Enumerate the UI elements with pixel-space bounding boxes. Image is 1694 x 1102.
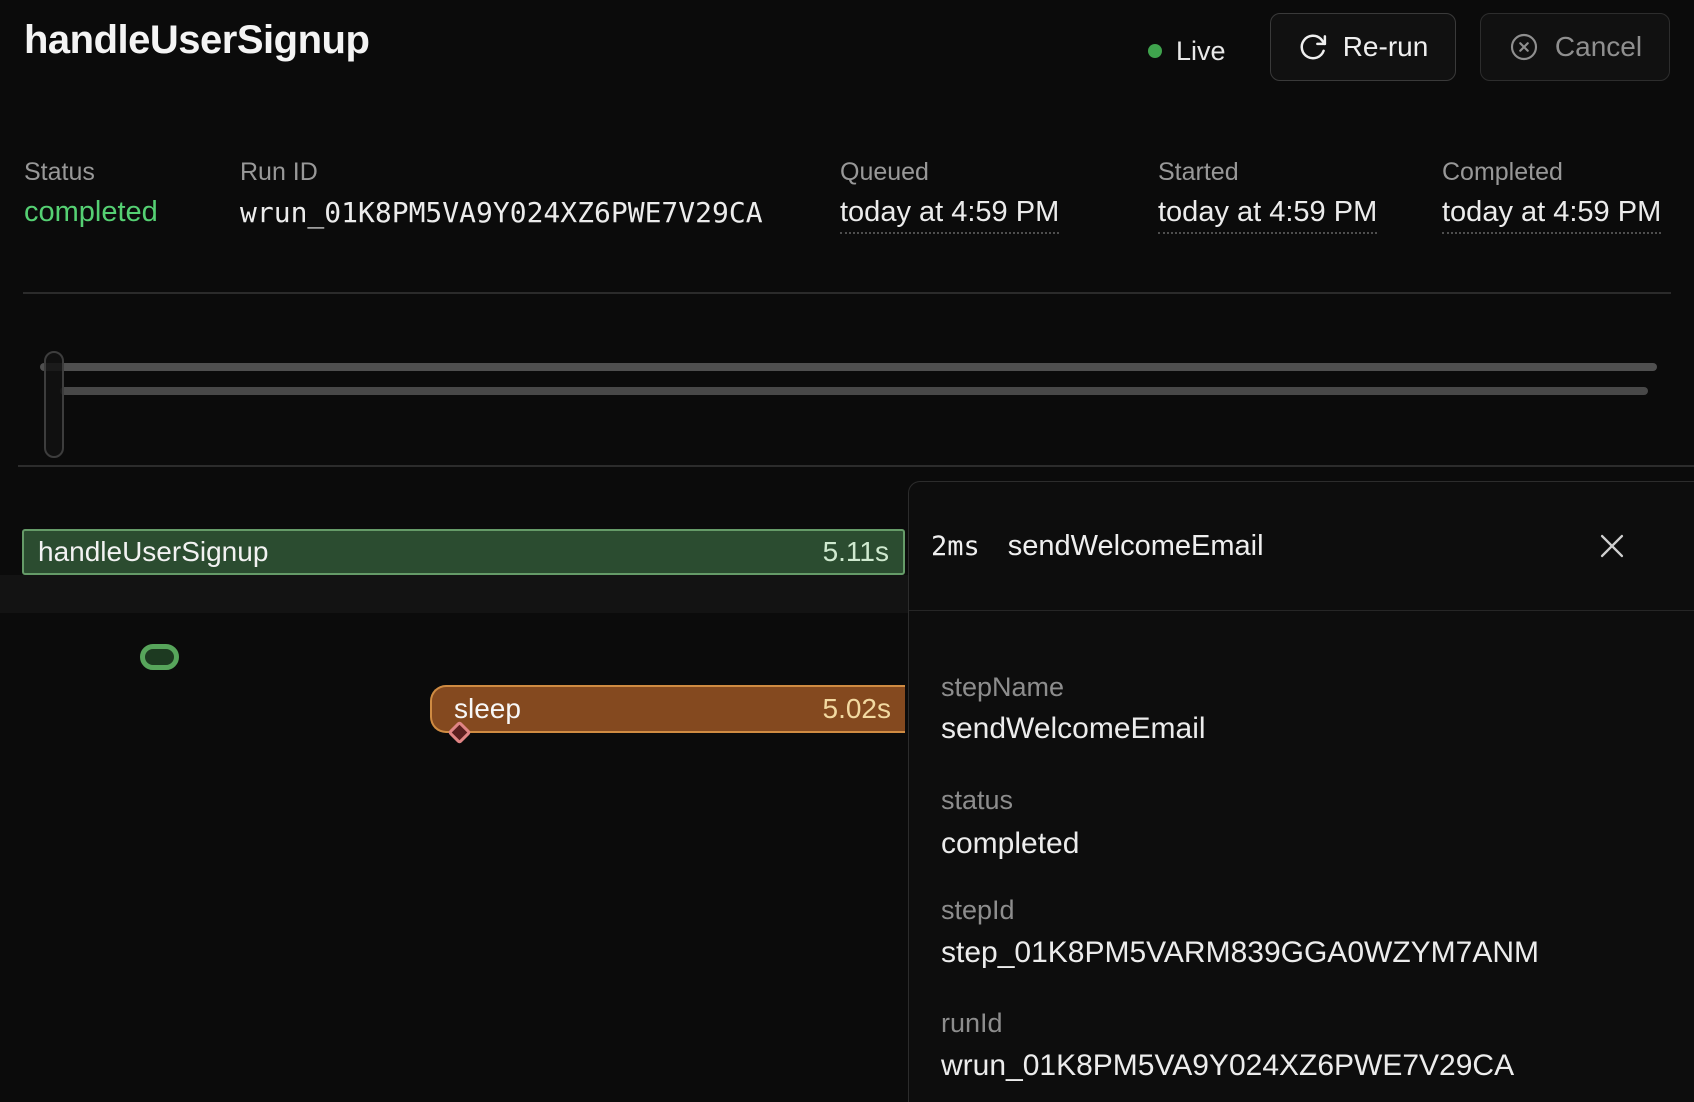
function-bar-label: handleUserSignup bbox=[38, 536, 268, 568]
step-panel-header: 2ms sendWelcomeEmail bbox=[909, 482, 1694, 610]
timeline-row-highlight bbox=[0, 575, 908, 613]
trace-bar-sleep[interactable]: sleep 5.02s bbox=[430, 685, 905, 733]
header-divider bbox=[23, 292, 1671, 294]
sleep-bar-label: sleep bbox=[454, 693, 521, 725]
status-label: Status bbox=[24, 158, 95, 187]
rerun-button[interactable]: Re-run bbox=[1270, 13, 1456, 81]
minimap-brush-handle[interactable] bbox=[44, 351, 64, 458]
live-dot-icon bbox=[1148, 44, 1162, 58]
minimap-sleep-bar[interactable] bbox=[60, 387, 1648, 395]
trace-step-pill-sendwelcomeemail[interactable] bbox=[140, 644, 179, 670]
status-value: completed bbox=[24, 196, 158, 229]
status-field-value: completed bbox=[941, 827, 1079, 861]
close-icon bbox=[1595, 529, 1629, 566]
queued-value[interactable]: today at 4:59 PM bbox=[840, 196, 1059, 234]
function-bar-duration: 5.11s bbox=[823, 536, 889, 568]
trace-bar-function[interactable]: handleUserSignup 5.11s bbox=[22, 529, 905, 575]
step-duration-badge: 2ms bbox=[931, 531, 980, 562]
refresh-icon bbox=[1298, 32, 1328, 62]
run-id-label: Run ID bbox=[240, 158, 318, 187]
cancel-button[interactable]: Cancel bbox=[1480, 13, 1670, 81]
queued-label: Queued bbox=[840, 158, 929, 187]
started-label: Started bbox=[1158, 158, 1239, 187]
sleep-bar-duration: 5.02s bbox=[823, 693, 892, 725]
page-title: handleUserSignup bbox=[24, 18, 369, 63]
step-detail-panel: 2ms sendWelcomeEmail stepName sendWelcom… bbox=[908, 481, 1694, 1102]
started-value[interactable]: today at 4:59 PM bbox=[1158, 196, 1377, 234]
run-id-value: wrun_01K8PM5VA9Y024XZ6PWE7V29CA bbox=[240, 196, 763, 229]
live-status: Live bbox=[1148, 32, 1226, 70]
stepid-field-value: step_01K8PM5VARM839GGA0WZYM7ANM bbox=[941, 936, 1539, 970]
cancel-button-label: Cancel bbox=[1555, 31, 1642, 63]
completed-value[interactable]: today at 4:59 PM bbox=[1442, 196, 1661, 234]
status-field-label: status bbox=[941, 785, 1013, 816]
rerun-button-label: Re-run bbox=[1343, 31, 1429, 63]
run-detail-page: handleUserSignup Live Re-run Cancel Stat… bbox=[0, 0, 1694, 1102]
stepname-field-value: sendWelcomeEmail bbox=[941, 712, 1206, 746]
runid-field-label: runId bbox=[941, 1008, 1003, 1039]
cancel-circle-x-icon bbox=[1508, 31, 1540, 63]
panel-header-divider bbox=[909, 610, 1694, 611]
live-label: Live bbox=[1176, 36, 1226, 67]
stepid-field-label: stepId bbox=[941, 895, 1015, 926]
timeline-top-border bbox=[18, 465, 1694, 467]
close-panel-button[interactable] bbox=[1594, 529, 1630, 565]
completed-label: Completed bbox=[1442, 158, 1563, 187]
stepname-field-label: stepName bbox=[941, 672, 1064, 703]
runid-field-value: wrun_01K8PM5VA9Y024XZ6PWE7V29CA bbox=[941, 1049, 1514, 1083]
step-panel-title: sendWelcomeEmail bbox=[1008, 530, 1264, 563]
minimap-function-bar[interactable] bbox=[40, 363, 1657, 371]
